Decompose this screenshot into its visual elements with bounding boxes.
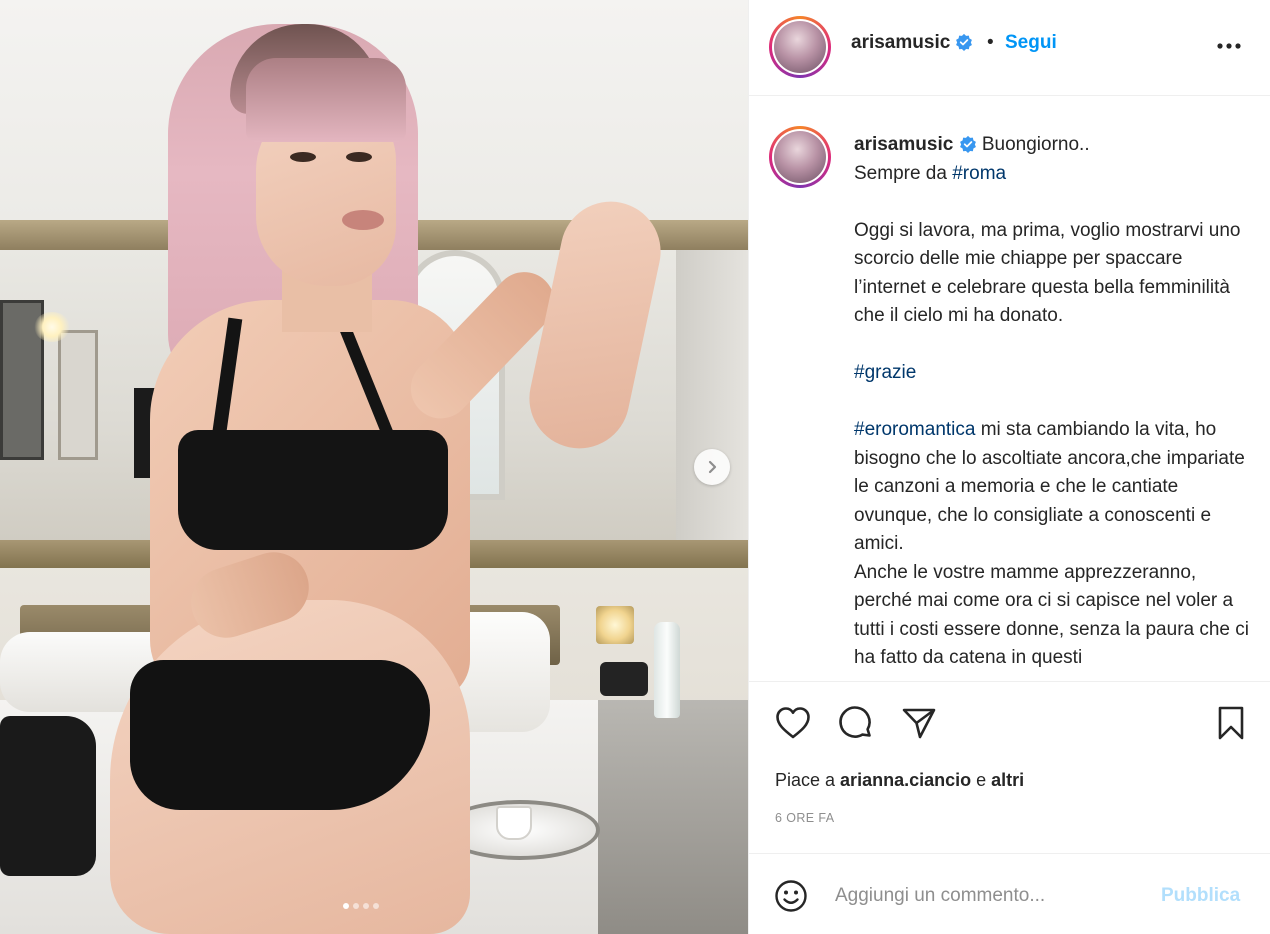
- paper-plane-icon: [902, 708, 936, 739]
- hashtag-roma[interactable]: #roma: [952, 163, 1006, 184]
- comment-bar: Pubblica: [749, 853, 1270, 934]
- post-header: arisamusic • Segui: [749, 0, 1270, 96]
- caption-paragraph-2: Oggi si lavora, ma prima, voglio mostrar…: [854, 219, 1241, 327]
- heart-icon: [776, 707, 810, 739]
- carousel-dot-3: [363, 903, 369, 909]
- hashtag-eroromantica[interactable]: #eroromantica: [854, 419, 975, 440]
- liked-by-user[interactable]: arianna.ciancio: [840, 770, 971, 790]
- caption-line-1: Buongiorno..: [981, 134, 1090, 155]
- like-button[interactable]: [773, 703, 813, 743]
- caption-paragraph-5: Anche le vostre mamme apprezzeranno, per…: [854, 561, 1250, 669]
- post-side-panel: arisamusic • Segui arisamusic Buongiorno…: [748, 0, 1270, 934]
- post-actions: Piace a arianna.ciancio e altri 6 ORE FA: [749, 681, 1270, 865]
- share-button[interactable]: [899, 703, 939, 743]
- comment-input[interactable]: [835, 880, 1135, 912]
- caption-story-ring[interactable]: [769, 126, 831, 188]
- carousel-next-button[interactable]: [694, 449, 730, 485]
- publish-button[interactable]: Pubblica: [1161, 885, 1240, 907]
- comment-icon: [839, 706, 871, 738]
- header-user: arisamusic: [851, 32, 973, 54]
- post-timestamp[interactable]: 6 ORE FA: [775, 811, 834, 825]
- carousel-dot-1: [343, 903, 349, 909]
- save-button[interactable]: [1211, 703, 1251, 743]
- chevron-right-icon: [708, 460, 717, 474]
- caption-scroll-area[interactable]: arisamusic Buongiorno.. Sempre da #roma …: [749, 97, 1270, 681]
- smiley-icon: [775, 880, 807, 912]
- avatar: [774, 21, 826, 73]
- carousel-dot-4: [373, 903, 379, 909]
- caption-avatar: [774, 131, 826, 183]
- likes-summary: Piace a arianna.ciancio e altri: [775, 770, 1025, 790]
- verified-badge-icon: [955, 33, 972, 51]
- header-username[interactable]: arisamusic: [851, 32, 950, 53]
- caption-username[interactable]: arisamusic: [854, 134, 953, 155]
- caption-text: arisamusic Buongiorno.. Sempre da #roma …: [854, 131, 1254, 673]
- story-ring[interactable]: [769, 16, 831, 78]
- caption-line-2: Sempre da: [854, 162, 953, 184]
- post-media[interactable]: [0, 0, 748, 934]
- hashtag-grazie[interactable]: #grazie: [854, 362, 916, 383]
- follow-button[interactable]: Segui: [1005, 32, 1057, 54]
- more-horizontal-icon: [1217, 43, 1241, 49]
- verified-badge-icon: [959, 135, 976, 153]
- carousel-indicator: [343, 903, 379, 909]
- more-options-button[interactable]: [1213, 30, 1245, 62]
- emoji-button[interactable]: [771, 876, 811, 916]
- bookmark-icon: [1218, 706, 1244, 740]
- carousel-dot-2: [353, 903, 359, 909]
- liked-by-others[interactable]: altri: [991, 770, 1024, 790]
- header-separator: •: [987, 32, 994, 53]
- comment-button[interactable]: [836, 703, 876, 743]
